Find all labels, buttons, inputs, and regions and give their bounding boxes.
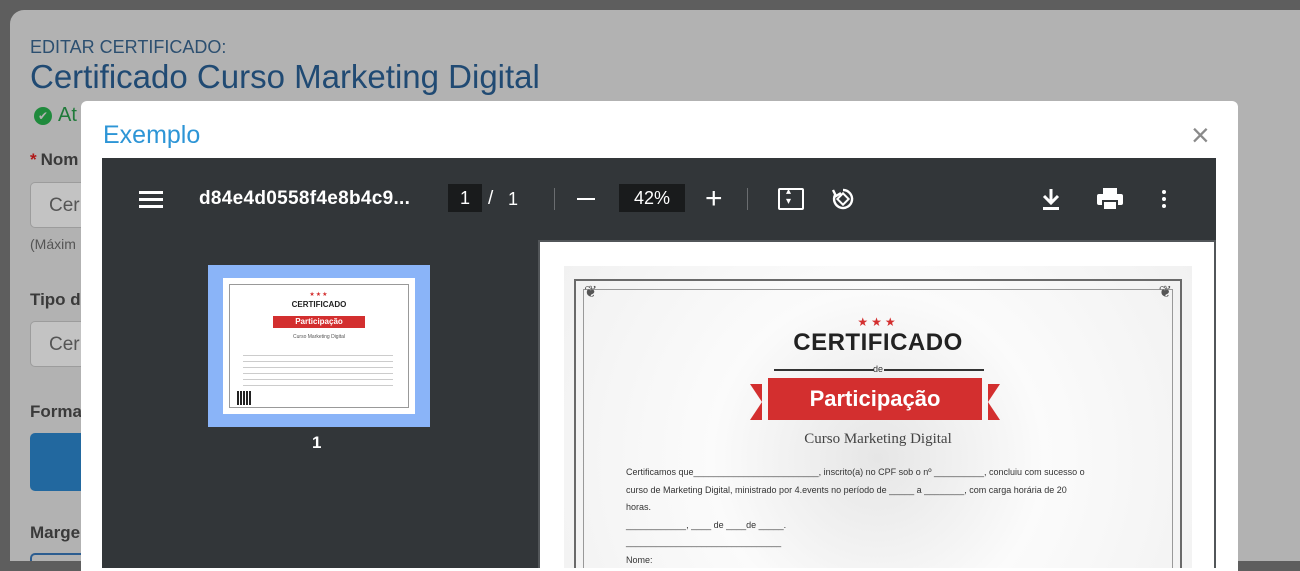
pdf-page: ❦ ❦ ★★★ CERTIFICADO de Participação Curs… [540,242,1214,568]
zoom-in-icon[interactable]: + [705,158,723,240]
zoom-out-icon[interactable] [575,158,597,240]
example-modal: Exemplo × d84e4d0558f4e8b4c9... 1 / 1 42… [81,101,1238,571]
status-text: At [58,104,77,126]
certificate-line: Nome: [626,554,653,565]
name-hint: (Máxim [30,236,76,252]
corner-ornament-icon: ❦ [584,284,598,301]
type-label: Tipo d [30,290,81,309]
pdf-toolbar: d84e4d0558f4e8b4c9... 1 / 1 42% + [102,158,1216,240]
close-icon[interactable]: × [1191,119,1210,151]
zoom-input[interactable]: 42% [619,184,685,212]
name-label: * Nom [30,150,79,169]
margin-label: Marge [30,523,81,542]
thumbnail-sidebar: ★★★ CERTIFICADO Participação Curso Marke… [102,240,538,568]
certificate-body: Certificamos que________________________… [626,464,1146,568]
pdf-filename: d84e4d0558f4e8b4c9... [199,188,411,209]
more-options-icon[interactable] [1162,158,1166,240]
print-icon[interactable] [1096,158,1124,240]
thumbnail-text-lines [243,350,393,390]
page-thumbnail[interactable]: ★★★ CERTIFICADO Participação Curso Marke… [223,278,415,414]
page-separator: / [488,188,494,209]
thumbnail-number: 1 [312,433,322,452]
certificate-stars: ★★★ [857,315,899,329]
certificate-line: _______________________________ [626,537,782,547]
thumbnail-ribbon: Participação [273,316,365,328]
certificate-de: de [872,364,883,374]
certificate-course: Curso Marketing Digital [804,431,952,447]
page-title: Certificado Curso Marketing Digital [30,58,540,95]
certificate-ribbon: Participação [750,378,1000,422]
page-number-input[interactable]: 1 [448,184,482,212]
certificate-line: horas. [626,502,652,512]
menu-icon[interactable] [138,158,164,240]
thumbnail-course: Curso Marketing Digital [293,334,345,340]
modal-title: Exemplo [103,121,201,149]
status-badge: ✔ At [34,104,77,127]
corner-ornament-icon: ❦ [1158,284,1172,301]
page-total: 1 [508,188,519,209]
title-rule-right [884,369,984,371]
thumbnail-stars: ★★★ [309,292,329,298]
certificate-line: Certificamos que________________________… [626,467,1085,477]
pdf-viewer: d84e4d0558f4e8b4c9... 1 / 1 42% + ▴ ▾ ★★… [102,158,1216,568]
certificate-line: curso de Marketing Digital, ministrado p… [626,484,1067,495]
thumbnail-title: CERTIFICADO [291,300,347,309]
format-label: Forma [30,402,82,421]
document-area: ❦ ❦ ★★★ CERTIFICADO de Participação Curs… [538,240,1216,568]
download-icon[interactable] [1040,158,1062,240]
ribbon-text: Participação [768,378,982,420]
certificate-line: ____________, ____ de ____de _____. [626,519,787,530]
certificate-title: CERTIFICADO [793,329,963,356]
toolbar-divider [747,188,748,210]
fit-page-icon[interactable] [777,158,805,240]
certificate: ❦ ❦ ★★★ CERTIFICADO de Participação Curs… [564,266,1192,568]
rotate-icon[interactable] [830,158,856,240]
page-subtitle: EDITAR CERTIFICADO: [30,37,227,57]
toolbar-divider [554,188,555,210]
check-circle-icon: ✔ [34,106,52,125]
qr-code-icon [237,391,251,405]
